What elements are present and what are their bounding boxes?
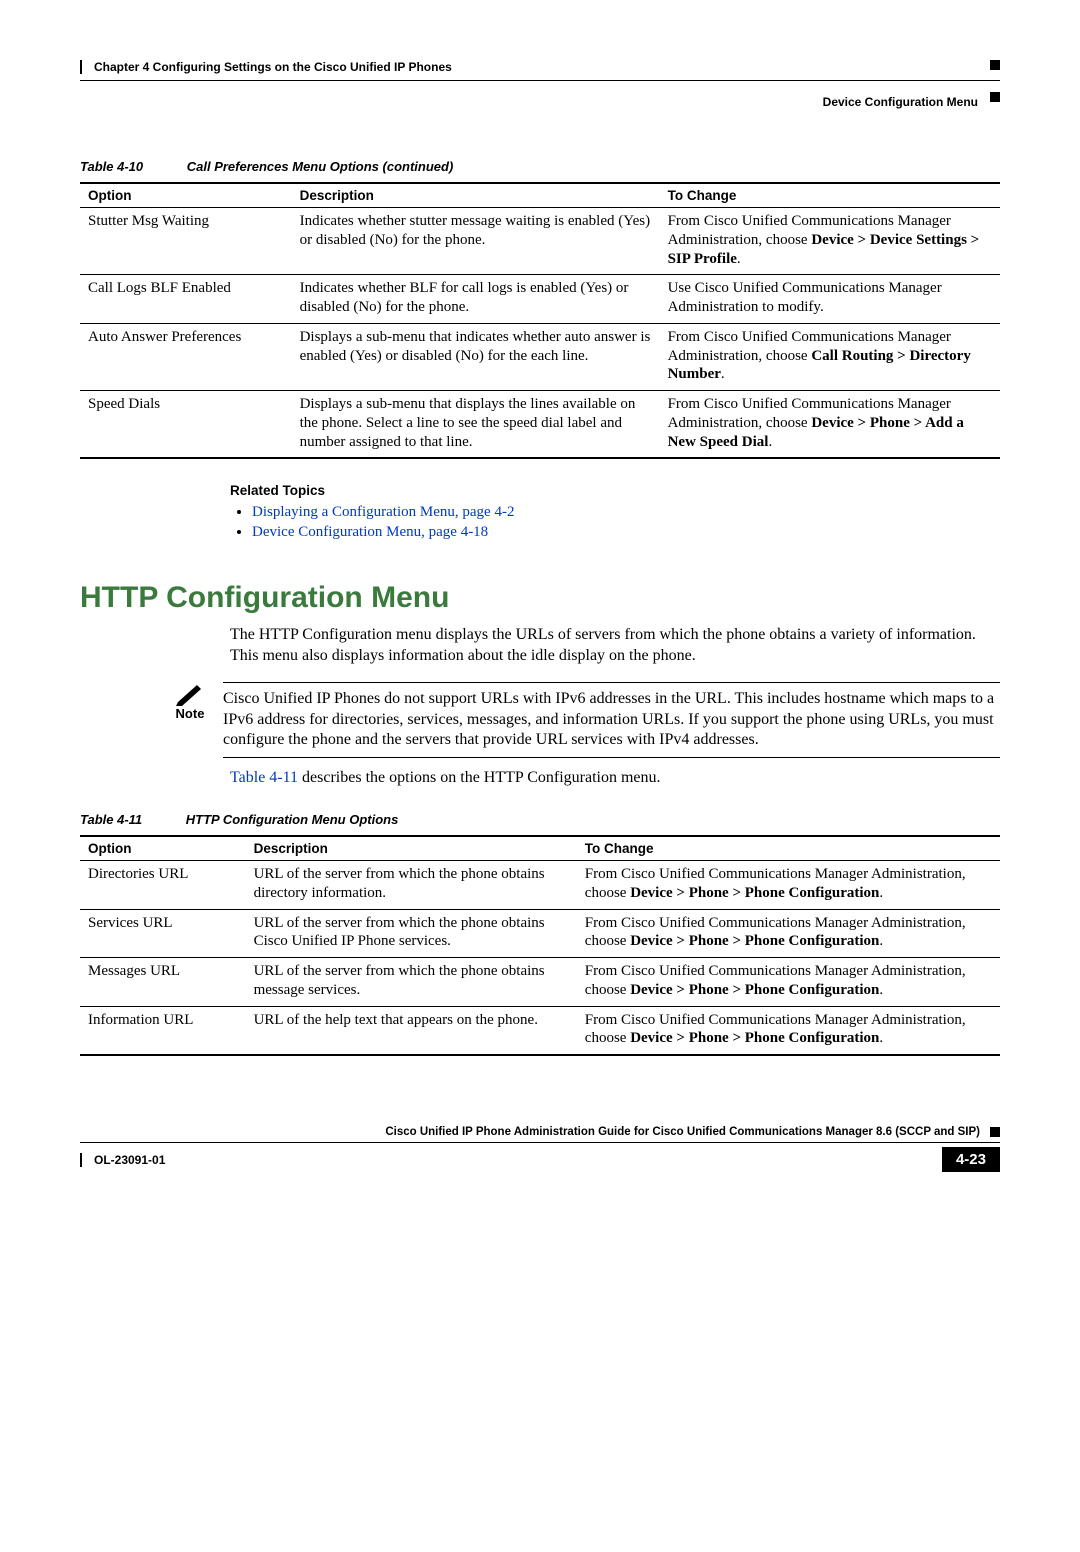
cell-option: Services URL [80, 909, 246, 958]
header-rule [80, 80, 1000, 81]
cell-to-change: Use Cisco Unified Communications Manager… [660, 275, 1000, 324]
col-option: Option [80, 836, 246, 861]
cell-to-change: From Cisco Unified Communications Manage… [577, 1006, 1000, 1055]
crop-rule-icon [80, 60, 82, 74]
note-text: Cisco Unified IP Phones do not support U… [223, 690, 994, 748]
related-list: Displaying a Configuration Menu, page 4-… [230, 504, 1000, 541]
list-item: Device Configuration Menu, page 4-18 [252, 524, 1000, 541]
table-xref-link[interactable]: Table 4-11 [230, 769, 298, 786]
http-config-table: Option Description To Change Directories… [80, 835, 1000, 1056]
cell-to-change: From Cisco Unified Communications Manage… [577, 861, 1000, 910]
crop-mark-icon [990, 60, 1000, 70]
related-topics: Related Topics Displaying a Configuratio… [230, 483, 1000, 541]
cell-description: URL of the server from which the phone o… [246, 958, 577, 1007]
cell-description: URL of the server from which the phone o… [246, 861, 577, 910]
table-row: Directories URLURL of the server from wh… [80, 861, 1000, 910]
cell-description: Displays a sub-menu that displays the li… [292, 391, 660, 459]
page-number: 4-23 [942, 1147, 1000, 1172]
table-row: Services URLURL of the server from which… [80, 909, 1000, 958]
cell-to-change: From Cisco Unified Communications Manage… [660, 323, 1000, 390]
table-lead-in: Table 4-11 describes the options on the … [230, 768, 1000, 788]
table-row: Auto Answer PreferencesDisplays a sub-me… [80, 323, 1000, 390]
page: Chapter 4 Configuring Settings on the Ci… [0, 0, 1080, 1212]
col-description: Description [292, 183, 660, 208]
crop-mark-icon [990, 1127, 1000, 1137]
col-description: Description [246, 836, 577, 861]
cell-option: Call Logs BLF Enabled [80, 275, 292, 324]
col-to-change: To Change [660, 183, 1000, 208]
table-number: Table 4-11 [80, 812, 142, 827]
intro-paragraph: The HTTP Configuration menu displays the… [230, 625, 1000, 666]
related-link[interactable]: Device Configuration Menu, page 4-18 [252, 524, 488, 540]
table-row: Information URLURL of the help text that… [80, 1006, 1000, 1055]
lead-in-text: describes the options on the HTTP Config… [298, 769, 660, 786]
cell-to-change: From Cisco Unified Communications Manage… [577, 909, 1000, 958]
cell-option: Stutter Msg Waiting [80, 208, 292, 275]
crop-rule-icon [80, 1153, 82, 1167]
cell-description: URL of the server from which the phone o… [246, 909, 577, 958]
table-title: HTTP Configuration Menu Options [186, 812, 399, 827]
related-link[interactable]: Displaying a Configuration Menu, page 4-… [252, 504, 514, 520]
table-row: Speed DialsDisplays a sub-menu that disp… [80, 391, 1000, 459]
cell-description: Indicates whether BLF for call logs is e… [292, 275, 660, 324]
section-title: Device Configuration Menu [823, 95, 978, 109]
table-caption: Table 4-10 Call Preferences Menu Options… [80, 159, 1000, 174]
table-header-row: Option Description To Change [80, 836, 1000, 861]
cell-to-change: From Cisco Unified Communications Manage… [660, 208, 1000, 275]
note-label: Note [176, 706, 205, 721]
cell-to-change: From Cisco Unified Communications Manage… [577, 958, 1000, 1007]
cell-option: Auto Answer Preferences [80, 323, 292, 390]
note-rule-bottom [223, 757, 1000, 758]
footer-rule [80, 1142, 1000, 1143]
cell-option: Speed Dials [80, 391, 292, 459]
crop-mark-icon [990, 92, 1000, 102]
col-to-change: To Change [577, 836, 1000, 861]
table-header-row: Option Description To Change [80, 183, 1000, 208]
note-icon: Note [175, 682, 205, 721]
section-heading: HTTP Configuration Menu [80, 581, 1000, 615]
table-number: Table 4-10 [80, 159, 143, 174]
cell-option: Directories URL [80, 861, 246, 910]
call-preferences-table: Option Description To Change Stutter Msg… [80, 182, 1000, 459]
table-row: Call Logs BLF EnabledIndicates whether B… [80, 275, 1000, 324]
note-block: Note Cisco Unified IP Phones do not supp… [175, 682, 1000, 757]
cell-description: URL of the help text that appears on the… [246, 1006, 577, 1055]
cell-to-change: From Cisco Unified Communications Manage… [660, 391, 1000, 459]
list-item: Displaying a Configuration Menu, page 4-… [252, 504, 1000, 521]
col-option: Option [80, 183, 292, 208]
note-rule-top [223, 682, 1000, 683]
table-title: Call Preferences Menu Options (continued… [187, 159, 454, 174]
cell-option: Information URL [80, 1006, 246, 1055]
table-row: Messages URLURL of the server from which… [80, 958, 1000, 1007]
table-row: Stutter Msg WaitingIndicates whether stu… [80, 208, 1000, 275]
page-footer: Cisco Unified IP Phone Administration Gu… [80, 1126, 1000, 1172]
cell-description: Displays a sub-menu that indicates wheth… [292, 323, 660, 390]
related-heading: Related Topics [230, 483, 1000, 498]
table-caption: Table 4-11 HTTP Configuration Menu Optio… [80, 812, 1000, 827]
running-header: Chapter 4 Configuring Settings on the Ci… [80, 60, 1000, 74]
chapter-title: Chapter 4 Configuring Settings on the Ci… [94, 60, 452, 74]
cell-description: Indicates whether stutter message waitin… [292, 208, 660, 275]
guide-title: Cisco Unified IP Phone Administration Gu… [385, 1126, 980, 1138]
cell-option: Messages URL [80, 958, 246, 1007]
doc-id: OL-23091-01 [94, 1153, 165, 1167]
